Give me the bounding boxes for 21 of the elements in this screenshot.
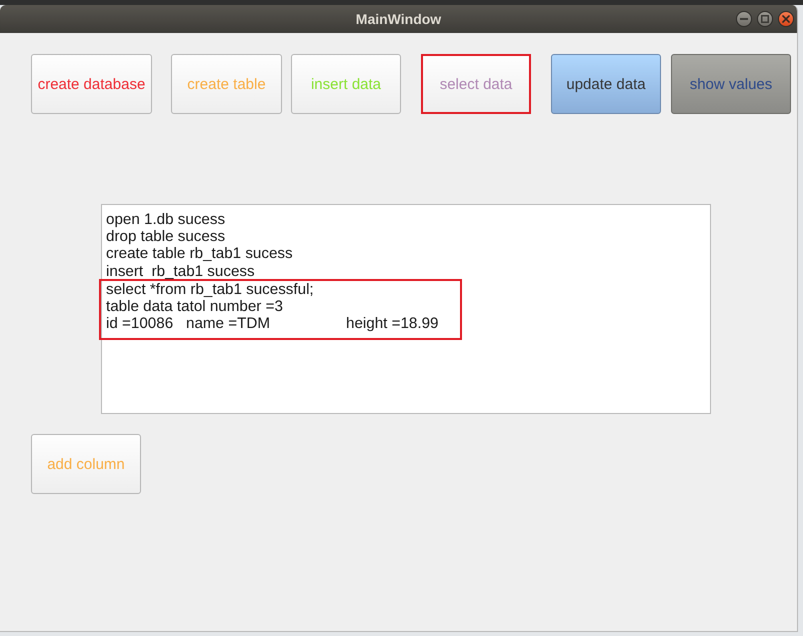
action-button[interactable]: update data [551, 54, 661, 114]
log-line: create table rb_tab1 sucess [106, 245, 294, 263]
action-button[interactable]: show values [671, 54, 791, 114]
maximize-icon [761, 15, 769, 23]
action-button[interactable]: select data [421, 54, 531, 114]
add-column-button[interactable]: add column [31, 434, 141, 494]
maximize-button[interactable] [757, 11, 773, 27]
log-line: id =10086 name =TDM height =18.99 [106, 315, 440, 332]
log-line: select *from rb_tab1 sucessful; [106, 280, 315, 298]
action-button[interactable]: create database [31, 54, 152, 114]
output-text-area[interactable]: open 1.db sucess drop table sucess create table rb_tab1 sucess insert rb_tab1 sucess select *from rb_tab1 sucessful; table data tatol number =3 id =10086 name =TDM height =18.99 [101, 204, 711, 414]
close-icon [782, 15, 790, 23]
log-line: insert rb_tab1 sucess [106, 262, 256, 280]
minimize-button[interactable] [736, 11, 752, 27]
log-line: table data tatol number =3 [106, 298, 284, 316]
window-title: MainWindow [356, 11, 442, 27]
minimize-icon [740, 18, 748, 20]
close-button[interactable] [778, 11, 794, 27]
log-line: drop table sucess [106, 228, 226, 246]
log-line: open 1.db sucess [106, 211, 226, 228]
action-button[interactable]: create table [171, 54, 282, 114]
